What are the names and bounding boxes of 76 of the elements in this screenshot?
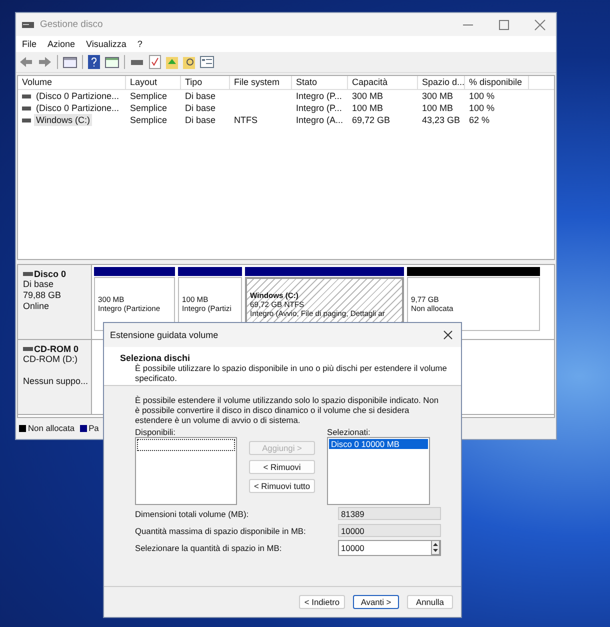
table-cell: 69,72 GB	[352, 114, 390, 126]
disk-info: Di base	[23, 279, 54, 289]
field-label: Quantità massima di spazio disponibile in MB:	[135, 526, 306, 536]
column-header[interactable]: Tipo	[181, 76, 230, 89]
table-cell: 300 MB	[352, 90, 384, 102]
wizard-button[interactable]: Annulla	[407, 595, 453, 609]
table-cell: Integro (A...	[296, 114, 344, 126]
spinner-field[interactable]: 10000	[338, 540, 441, 556]
spinner-arrows-icon[interactable]	[431, 540, 440, 555]
maximize-icon[interactable]	[498, 18, 510, 30]
console-tree-icon[interactable]	[63, 56, 77, 68]
window-title: Gestione disco	[40, 19, 103, 30]
list-item[interactable]: Disco 0 10000 MB	[329, 439, 428, 449]
page-subtitle: È possibile utilizzare lo spazio disponibile in uno o più dischi per estendere il volume specificato.	[134, 363, 448, 383]
move-button[interactable]: < Rimuovi	[249, 460, 315, 474]
info-text: È possibile estendere il volume utilizzando solo lo spazio disponibile indicato. Non è possibile convertire il disco in disco dinamico o il volume che si desidera estendere è un volume di avvio o di sistema.	[135, 395, 440, 425]
disk-name: Disco 0	[34, 269, 66, 279]
table-cell: 100 MB	[352, 102, 384, 114]
table-cell: Di base	[185, 90, 216, 102]
menu-item[interactable]: ?	[137, 39, 142, 49]
column-header[interactable]: % disponibile	[465, 76, 529, 89]
column-header[interactable]: Volume	[18, 76, 126, 89]
table-cell: Semplice	[130, 114, 168, 126]
disk-info: 79,88 GB	[23, 290, 62, 300]
folder-search-icon[interactable]	[183, 55, 195, 69]
move-button[interactable]: < Rimuovi tutto	[249, 479, 315, 493]
forward-arrow-icon[interactable]	[38, 56, 52, 68]
menu-item[interactable]: Visualizza	[86, 39, 126, 49]
panel-icon[interactable]	[105, 56, 119, 68]
table-cell: Semplice	[130, 90, 168, 102]
disk-info: CD-ROM (D:)	[23, 354, 78, 364]
disk-info: Online	[23, 301, 50, 311]
table-cell: Integro (P...	[296, 102, 342, 114]
column-header[interactable]: Spazio d...	[418, 76, 465, 89]
checklist-icon[interactable]	[149, 55, 161, 69]
properties-icon[interactable]	[200, 56, 214, 68]
close-icon[interactable]	[443, 330, 453, 340]
table-cell: Semplice	[130, 102, 168, 114]
table-cell: 100 %	[469, 102, 495, 114]
available-disks-list[interactable]	[135, 437, 237, 505]
disk-drive-icon	[22, 20, 34, 30]
list-label: Disponibili:	[135, 427, 176, 437]
table-cell: 100 %	[469, 90, 495, 102]
table-cell: NTFS	[234, 114, 258, 126]
disk-drive-icon	[23, 346, 33, 352]
disk-drive-icon	[23, 271, 33, 277]
column-header[interactable]: Capacità	[348, 76, 418, 89]
field-label: Dimensioni totali volume (MB):	[135, 508, 249, 518]
wizard-button[interactable]: < Indietro	[299, 595, 345, 609]
page-heading: Seleziona dischi	[120, 353, 192, 363]
table-cell: 62 %	[469, 114, 490, 126]
field-label: Selezionare la quantità di spazio in MB:	[135, 542, 282, 552]
column-header[interactable]: File system	[230, 76, 292, 89]
wizard-button[interactable]: Avanti >	[353, 595, 399, 609]
legend-label: Pa	[88, 423, 99, 433]
table-cell: 43,23 GB	[422, 114, 460, 126]
back-arrow-icon[interactable]	[19, 56, 33, 68]
table-cell: Integro (P...	[296, 90, 342, 102]
table-cell: Di base	[185, 102, 216, 114]
table-cell: 100 MB	[422, 102, 454, 114]
table-cell: Di base	[185, 114, 216, 126]
disk-info: Nessun suppo...	[23, 376, 88, 386]
help-icon[interactable]	[88, 55, 100, 69]
menu-item[interactable]: Azione	[48, 39, 76, 49]
column-header[interactable]: Stato	[292, 76, 348, 89]
table-cell: 300 MB	[422, 90, 454, 102]
column-header[interactable]: Layout	[126, 76, 181, 89]
legend-label: Non allocata	[28, 423, 75, 433]
volume-name[interactable]: Windows (C:)	[34, 114, 92, 126]
disk-name: CD-ROM 0	[34, 344, 78, 354]
volume-name[interactable]: (Disco 0 Partizione...	[34, 90, 122, 102]
volume-name[interactable]: (Disco 0 Partizione...	[34, 102, 122, 114]
dialog-title: Estensione guidata volume	[110, 330, 218, 340]
folder-up-icon[interactable]	[166, 55, 178, 69]
menu-item[interactable]: File	[22, 39, 37, 49]
list-label: Selezionati:	[327, 427, 372, 437]
